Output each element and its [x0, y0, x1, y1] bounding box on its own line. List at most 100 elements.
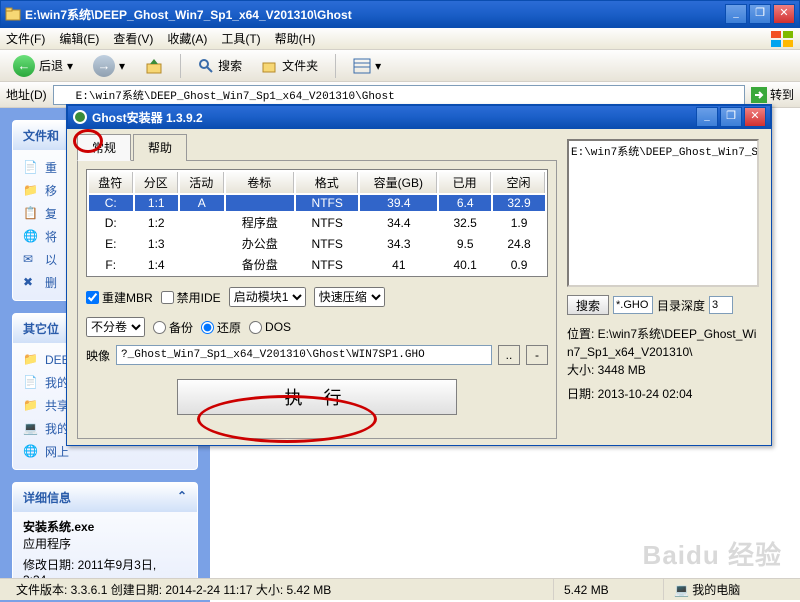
menu-tools[interactable]: 工具(T) — [221, 30, 260, 47]
col-label[interactable]: 卷标 — [226, 172, 295, 193]
back-icon: ← — [13, 55, 35, 77]
disable-ide-checkbox[interactable]: 禁用IDE — [161, 289, 221, 306]
delete-icon: ✖ — [23, 275, 39, 291]
col-capacity[interactable]: 容量(GB) — [360, 172, 437, 193]
details-modified: 修改日期: 2011年9月3日, — [23, 556, 187, 573]
computer-icon: 💻 — [23, 421, 39, 437]
forward-button[interactable]: →▾ — [86, 52, 132, 80]
back-button[interactable]: ←后退▾ — [6, 52, 80, 80]
tab-help[interactable]: 帮助 — [133, 134, 187, 161]
folder-icon: 📁 — [23, 352, 39, 368]
computer-icon: 💻 — [674, 583, 689, 597]
date-label: 日期: — [567, 387, 598, 401]
menu-help[interactable]: 帮助(H) — [275, 30, 316, 47]
chevron-down-icon: ▾ — [119, 59, 125, 73]
chevron-down-icon: ▾ — [67, 59, 73, 73]
folders-icon — [262, 58, 278, 74]
close-button[interactable]: ✕ — [773, 4, 795, 24]
go-button[interactable]: 转到 — [751, 86, 794, 103]
network-icon: 🌐 — [23, 444, 39, 460]
col-format[interactable]: 格式 — [296, 172, 358, 193]
size-value: 3448 MB — [598, 363, 646, 377]
menu-favorites[interactable]: 收藏(A) — [167, 30, 207, 47]
table-row[interactable]: C:1:1ANTFS39.46.432.9 — [89, 195, 545, 211]
depth-input[interactable] — [709, 296, 733, 314]
table-row[interactable]: D:1:2程序盘NTFS34.432.51.9 — [89, 213, 545, 232]
address-label: 地址(D) — [6, 86, 47, 103]
location-label: 位置: — [567, 327, 598, 341]
depth-label: 目录深度 — [657, 297, 705, 314]
gho-listbox[interactable]: E:\win7系统\DEEP_Ghost_Win7_Sp: — [567, 139, 759, 287]
chevron-up-icon[interactable]: ⌃ — [177, 489, 187, 506]
remove-button[interactable]: - — [526, 345, 548, 365]
image-path-input[interactable] — [116, 345, 492, 365]
table-row[interactable]: F:1:4备份盘NTFS4140.10.9 — [89, 255, 545, 274]
extension-input[interactable] — [613, 296, 653, 314]
copy-icon: 📋 — [23, 206, 39, 222]
col-active[interactable]: 活动 — [180, 172, 224, 193]
status-location: 我的电脑 — [692, 581, 740, 598]
views-icon — [353, 58, 371, 74]
maximize-button[interactable]: ❐ — [749, 4, 771, 24]
search-icon — [198, 58, 214, 74]
explorer-title: E:\win7系统\DEEP_Ghost_Win7_Sp1_x64_V20131… — [25, 6, 725, 23]
minimize-button[interactable]: _ — [725, 4, 747, 24]
image-label: 映像 — [86, 347, 110, 364]
restore-radio[interactable]: 还原 — [201, 319, 241, 336]
col-drive[interactable]: 盘符 — [89, 172, 133, 193]
web-icon: 🌐 — [23, 229, 39, 245]
tasks-panel-title: 文件和 — [23, 127, 59, 144]
app-icon — [72, 109, 88, 125]
tab-bar: 常规 帮助 — [77, 133, 557, 161]
menubar: 文件(F) 编辑(E) 查看(V) 收藏(A) 工具(T) 帮助(H) — [0, 28, 800, 50]
dialog-maximize-button[interactable]: ❐ — [720, 107, 742, 127]
go-icon — [751, 87, 767, 103]
col-free[interactable]: 空闲 — [493, 172, 545, 193]
toolbar: ←后退▾ →▾ 搜索 文件夹 ▾ — [0, 50, 800, 82]
windows-logo-icon — [770, 30, 794, 48]
watermark: Baidu 经验 — [643, 535, 782, 572]
browse-button[interactable]: .. — [498, 345, 520, 365]
documents-icon: 📄 — [23, 375, 39, 391]
details-filetype: 应用程序 — [23, 535, 187, 552]
ghost-dialog: Ghost安装器 1.3.9.2 _ ❐ ✕ 常规 帮助 盘符 分区 活动 卷标… — [66, 104, 772, 446]
size-label: 大小: — [567, 363, 598, 377]
folder-up-icon — [145, 57, 163, 75]
tab-general[interactable]: 常规 — [77, 134, 131, 161]
search-button[interactable]: 搜索 — [191, 54, 249, 77]
status-left: 文件版本: 3.3.6.1 创建日期: 2014-2-24 11:17 大小: … — [6, 579, 554, 600]
date-value: 2013-10-24 02:04 — [598, 387, 693, 401]
forward-icon: → — [93, 55, 115, 77]
views-button[interactable]: ▾ — [346, 55, 388, 77]
email-icon: ✉ — [23, 252, 39, 268]
dialog-minimize-button[interactable]: _ — [696, 107, 718, 127]
compression-select[interactable]: 快速压缩 — [314, 287, 385, 307]
dialog-title: Ghost安装器 1.3.9.2 — [92, 109, 696, 126]
shared-icon: 📁 — [23, 398, 39, 414]
chevron-down-icon: ▾ — [375, 59, 381, 73]
dialog-close-button[interactable]: ✕ — [744, 107, 766, 127]
boot-module-select[interactable]: 启动模块1 — [229, 287, 306, 307]
up-button[interactable] — [138, 54, 170, 78]
places-panel-title: 其它位 — [23, 320, 59, 337]
menu-view[interactable]: 查看(V) — [113, 30, 153, 47]
menu-edit[interactable]: 编辑(E) — [59, 30, 99, 47]
menu-file[interactable]: 文件(F) — [6, 30, 45, 47]
partition-table[interactable]: 盘符 分区 活动 卷标 格式 容量(GB) 已用 空闲 C:1:1ANTFS39… — [86, 169, 548, 277]
address-input[interactable] — [53, 85, 745, 105]
search-gho-button[interactable]: 搜索 — [567, 295, 609, 315]
rebuild-mbr-checkbox[interactable]: 重建MBR — [86, 289, 153, 306]
split-select[interactable]: 不分卷 — [86, 317, 145, 337]
table-row[interactable]: E:1:3办公盘NTFS34.39.524.8 — [89, 234, 545, 253]
dos-radio[interactable]: DOS — [249, 320, 291, 334]
status-bar: 文件版本: 3.3.6.1 创建日期: 2014-2-24 11:17 大小: … — [0, 578, 800, 600]
execute-button[interactable]: 执 行 — [177, 379, 457, 415]
details-panel-title: 详细信息 — [23, 489, 71, 506]
backup-radio[interactable]: 备份 — [153, 319, 193, 336]
folders-button[interactable]: 文件夹 — [255, 54, 325, 77]
col-partition[interactable]: 分区 — [135, 172, 179, 193]
col-used[interactable]: 已用 — [439, 172, 491, 193]
folder-icon — [5, 6, 21, 22]
details-filename: 安装系统.exe — [23, 518, 187, 535]
move-icon: 📁 — [23, 183, 39, 199]
